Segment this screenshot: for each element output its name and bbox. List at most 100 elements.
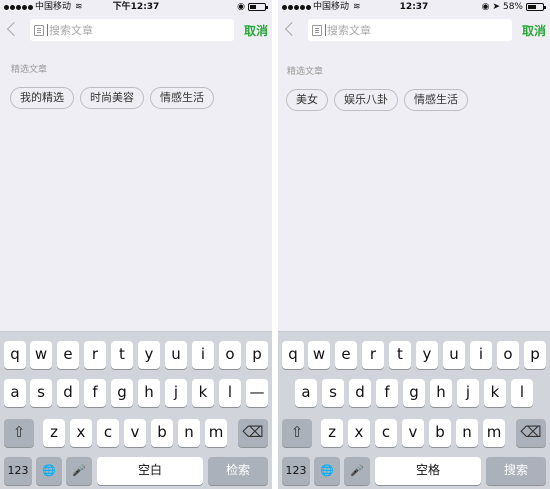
cancel-button[interactable]: 取消 [244,22,268,39]
phone-screen-left: 中国移动 ≋ 下午12:37 ◉ 取消 精选文章 我的精选 时尚美容 情感生活 [0,0,272,489]
key-e[interactable]: e [57,341,79,369]
key-l[interactable]: l [219,379,241,407]
document-icon [34,24,44,36]
space-key[interactable]: 空格 [375,457,481,485]
text-caret [325,24,326,36]
key-z[interactable]: z [321,419,343,447]
globe-icon[interactable]: 🌐 [314,457,340,485]
key-p[interactable]: p [524,341,546,369]
document-icon [312,24,322,36]
shift-key[interactable]: ⇧ [282,419,312,447]
mic-icon[interactable]: 🎤 [344,457,370,485]
numbers-key[interactable]: 123 [4,457,32,485]
key-t[interactable]: t [389,341,411,369]
key-w[interactable]: w [30,341,52,369]
key-k[interactable]: k [484,379,506,407]
tag-chip[interactable]: 娱乐八卦 [334,89,398,111]
battery-icon [248,3,268,11]
numbers-key[interactable]: 123 [282,457,310,485]
key-q[interactable]: q [4,341,26,369]
key-f[interactable]: f [376,379,398,407]
key-s[interactable]: s [322,379,344,407]
cancel-button[interactable]: 取消 [522,22,546,39]
key-i[interactable]: i [470,341,492,369]
key-u[interactable]: u [443,341,465,369]
search-key[interactable]: 检索 [208,457,268,485]
orientation-lock-icon: ◉ [481,2,490,12]
status-bar: 中国移动 ≋ 12:37 ◉ ➤ 58% [278,0,550,14]
key-c[interactable]: c [375,419,397,447]
featured-tags: 我的精选 时尚美容 情感生活 [10,87,214,109]
keyboard: q w e r t y u i o p a s d f g h j k l — … [0,331,272,489]
key-y[interactable]: y [138,341,160,369]
key-d[interactable]: d [349,379,371,407]
search-field-container[interactable] [30,19,234,41]
key-k[interactable]: k [192,379,214,407]
text-caret [47,24,48,36]
mic-icon[interactable]: 🎤 [66,457,92,485]
search-input[interactable] [327,23,497,37]
key-j[interactable]: j [165,379,187,407]
back-chevron-icon[interactable] [6,21,22,37]
key-f[interactable]: f [84,379,106,407]
tag-chip[interactable]: 时尚美容 [80,87,144,109]
key-a[interactable]: a [295,379,317,407]
key-d[interactable]: d [57,379,79,407]
status-right: ◉ [237,0,268,14]
keyboard: q w e r t y u i o p a s d f g h j k l ⇧ … [278,331,550,489]
key-g[interactable]: g [403,379,425,407]
key-c[interactable]: c [97,419,119,447]
globe-icon[interactable]: 🌐 [36,457,62,485]
key-o[interactable]: o [497,341,519,369]
key-q[interactable]: q [282,341,304,369]
key-m[interactable]: m [483,419,505,447]
space-key[interactable]: 空白 [97,457,203,485]
shift-key[interactable]: ⇧ [4,419,34,447]
key-r[interactable]: r [84,341,106,369]
key-t[interactable]: t [111,341,133,369]
key-x[interactable]: x [70,419,92,447]
key-v[interactable]: v [402,419,424,447]
key-a[interactable]: a [4,379,26,407]
key-p[interactable]: p [246,341,268,369]
key-m[interactable]: m [205,419,227,447]
back-chevron-icon[interactable] [284,21,300,37]
search-bar: 取消 [278,16,550,46]
key-j[interactable]: j [457,379,479,407]
status-bar: 中国移动 ≋ 下午12:37 ◉ [0,0,272,14]
tag-chip[interactable]: 我的精选 [10,87,74,109]
key-b[interactable]: b [151,419,173,447]
key-y[interactable]: y [416,341,438,369]
search-key[interactable]: 搜索 [486,457,546,485]
delete-key[interactable]: ⌫ [238,419,268,447]
key-x[interactable]: x [348,419,370,447]
key-dash[interactable]: — [246,379,268,407]
key-r[interactable]: r [362,341,384,369]
battery-percent: 58% [502,2,523,12]
key-i[interactable]: i [192,341,214,369]
location-icon: ➤ [492,2,500,12]
key-v[interactable]: v [124,419,146,447]
search-input[interactable] [49,23,219,37]
key-n[interactable]: n [178,419,200,447]
key-s[interactable]: s [30,379,52,407]
search-field-container[interactable] [308,19,512,41]
key-b[interactable]: b [429,419,451,447]
phone-screen-right: 中国移动 ≋ 12:37 ◉ ➤ 58% 取消 精选文章 美女 娱乐八卦 [278,0,550,489]
key-w[interactable]: w [308,341,330,369]
featured-section-title: 精选文章 [11,65,48,75]
key-n[interactable]: n [456,419,478,447]
key-e[interactable]: e [335,341,357,369]
tag-chip[interactable]: 情感生活 [150,87,214,109]
tag-chip[interactable]: 美女 [286,89,328,111]
key-h[interactable]: h [430,379,452,407]
key-l[interactable]: l [511,379,533,407]
status-time: 下午12:37 [112,2,160,12]
key-h[interactable]: h [138,379,160,407]
key-o[interactable]: o [219,341,241,369]
key-z[interactable]: z [43,419,65,447]
key-u[interactable]: u [165,341,187,369]
key-g[interactable]: g [111,379,133,407]
delete-key[interactable]: ⌫ [516,419,546,447]
tag-chip[interactable]: 情感生活 [404,89,468,111]
